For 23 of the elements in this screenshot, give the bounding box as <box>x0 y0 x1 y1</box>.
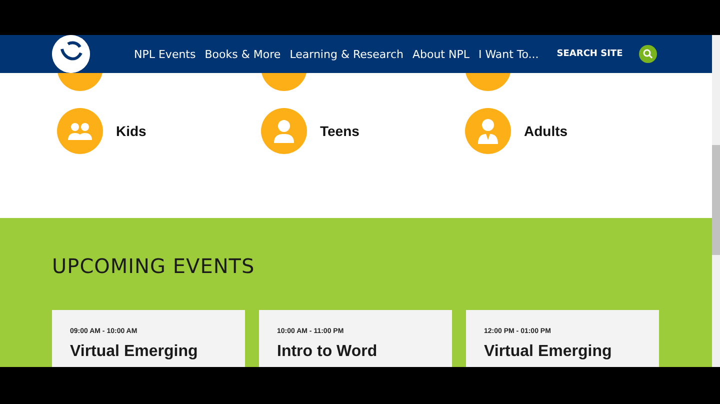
section-heading: UPCOMING EVENTS <box>52 254 256 278</box>
event-title: Virtual Emerging <box>70 343 199 361</box>
event-title: Virtual Emerging <box>484 343 613 361</box>
search-icon <box>642 49 653 59</box>
search-button[interactable] <box>638 45 657 63</box>
nav-link[interactable]: About NPL <box>412 48 470 60</box>
nav-link[interactable]: NPL Events <box>134 48 196 60</box>
audience-circle[interactable] <box>465 108 511 154</box>
nav-link[interactable]: I Want To... <box>478 48 539 60</box>
library-logo[interactable] <box>52 35 90 73</box>
event-title: Intro to Word <box>277 343 378 361</box>
audience-circle[interactable] <box>57 108 103 154</box>
audience-label[interactable]: Teens <box>320 123 360 139</box>
scrollbar[interactable] <box>712 35 720 367</box>
audience-label[interactable]: Adults <box>524 123 568 139</box>
audience-label[interactable]: Kids <box>116 123 146 139</box>
search-site-link[interactable]: SEARCH SITE <box>556 49 623 59</box>
person-icon <box>273 119 295 143</box>
children-icon <box>67 121 93 141</box>
nav-link[interactable]: Books & More <box>204 48 281 60</box>
nav-link[interactable]: Learning & Research <box>290 48 404 60</box>
person-with-tie-icon <box>477 118 499 144</box>
audience-circle[interactable] <box>261 108 307 154</box>
